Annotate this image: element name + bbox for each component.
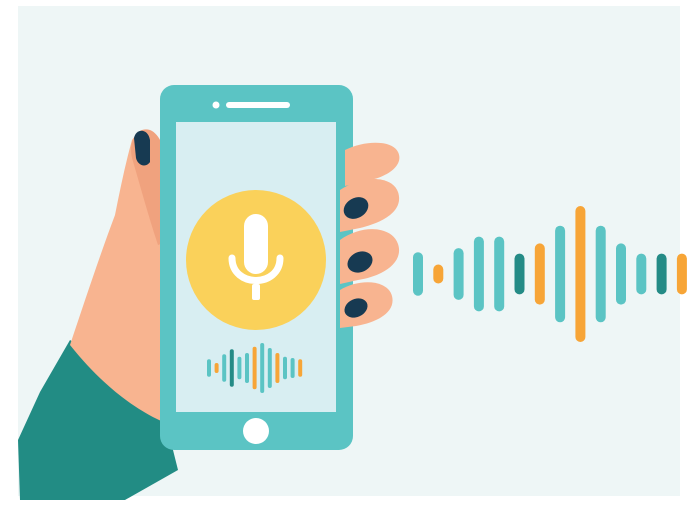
speaker-slot-icon xyxy=(226,102,290,108)
screen-wave-bar xyxy=(237,356,242,380)
fingers xyxy=(340,142,400,328)
screen-wave-bar xyxy=(222,354,227,382)
sound-wave-bar xyxy=(453,248,464,300)
screen-wave-bar xyxy=(275,353,280,383)
illustration-canvas xyxy=(0,0,689,506)
home-button-icon[interactable] xyxy=(243,418,269,444)
screen-wave-bar xyxy=(229,349,234,387)
camera-icon xyxy=(212,101,220,109)
sound-wave-bar xyxy=(494,236,505,312)
screen-wave-bar xyxy=(267,348,272,388)
sound-wave-bar xyxy=(636,253,647,295)
screen-wave-bar xyxy=(298,359,303,377)
screen-wave-bar xyxy=(252,346,257,390)
sound-wave-bar xyxy=(514,253,525,295)
sound-wave-bar xyxy=(534,243,545,305)
sound-wave-bar xyxy=(656,253,667,295)
screen-wave-bar xyxy=(260,343,265,393)
sound-wave-bar xyxy=(616,243,626,305)
voice-assistant-illustration xyxy=(18,6,687,500)
screen-wave-bar xyxy=(214,363,219,373)
screen-wave-bar xyxy=(245,353,249,383)
sound-wave-bar xyxy=(595,225,606,323)
sound-wave-bar xyxy=(433,264,444,284)
sound-wave-bar xyxy=(676,253,687,295)
screen-wave-bar xyxy=(290,358,295,378)
sound-wave-bar xyxy=(413,252,423,296)
sound-wave-bar xyxy=(555,225,566,323)
screen-wave-bar xyxy=(207,359,211,377)
sound-wave-bar xyxy=(473,236,484,312)
screen-wave-bar xyxy=(283,356,287,380)
sound-wave-bar xyxy=(575,206,586,342)
